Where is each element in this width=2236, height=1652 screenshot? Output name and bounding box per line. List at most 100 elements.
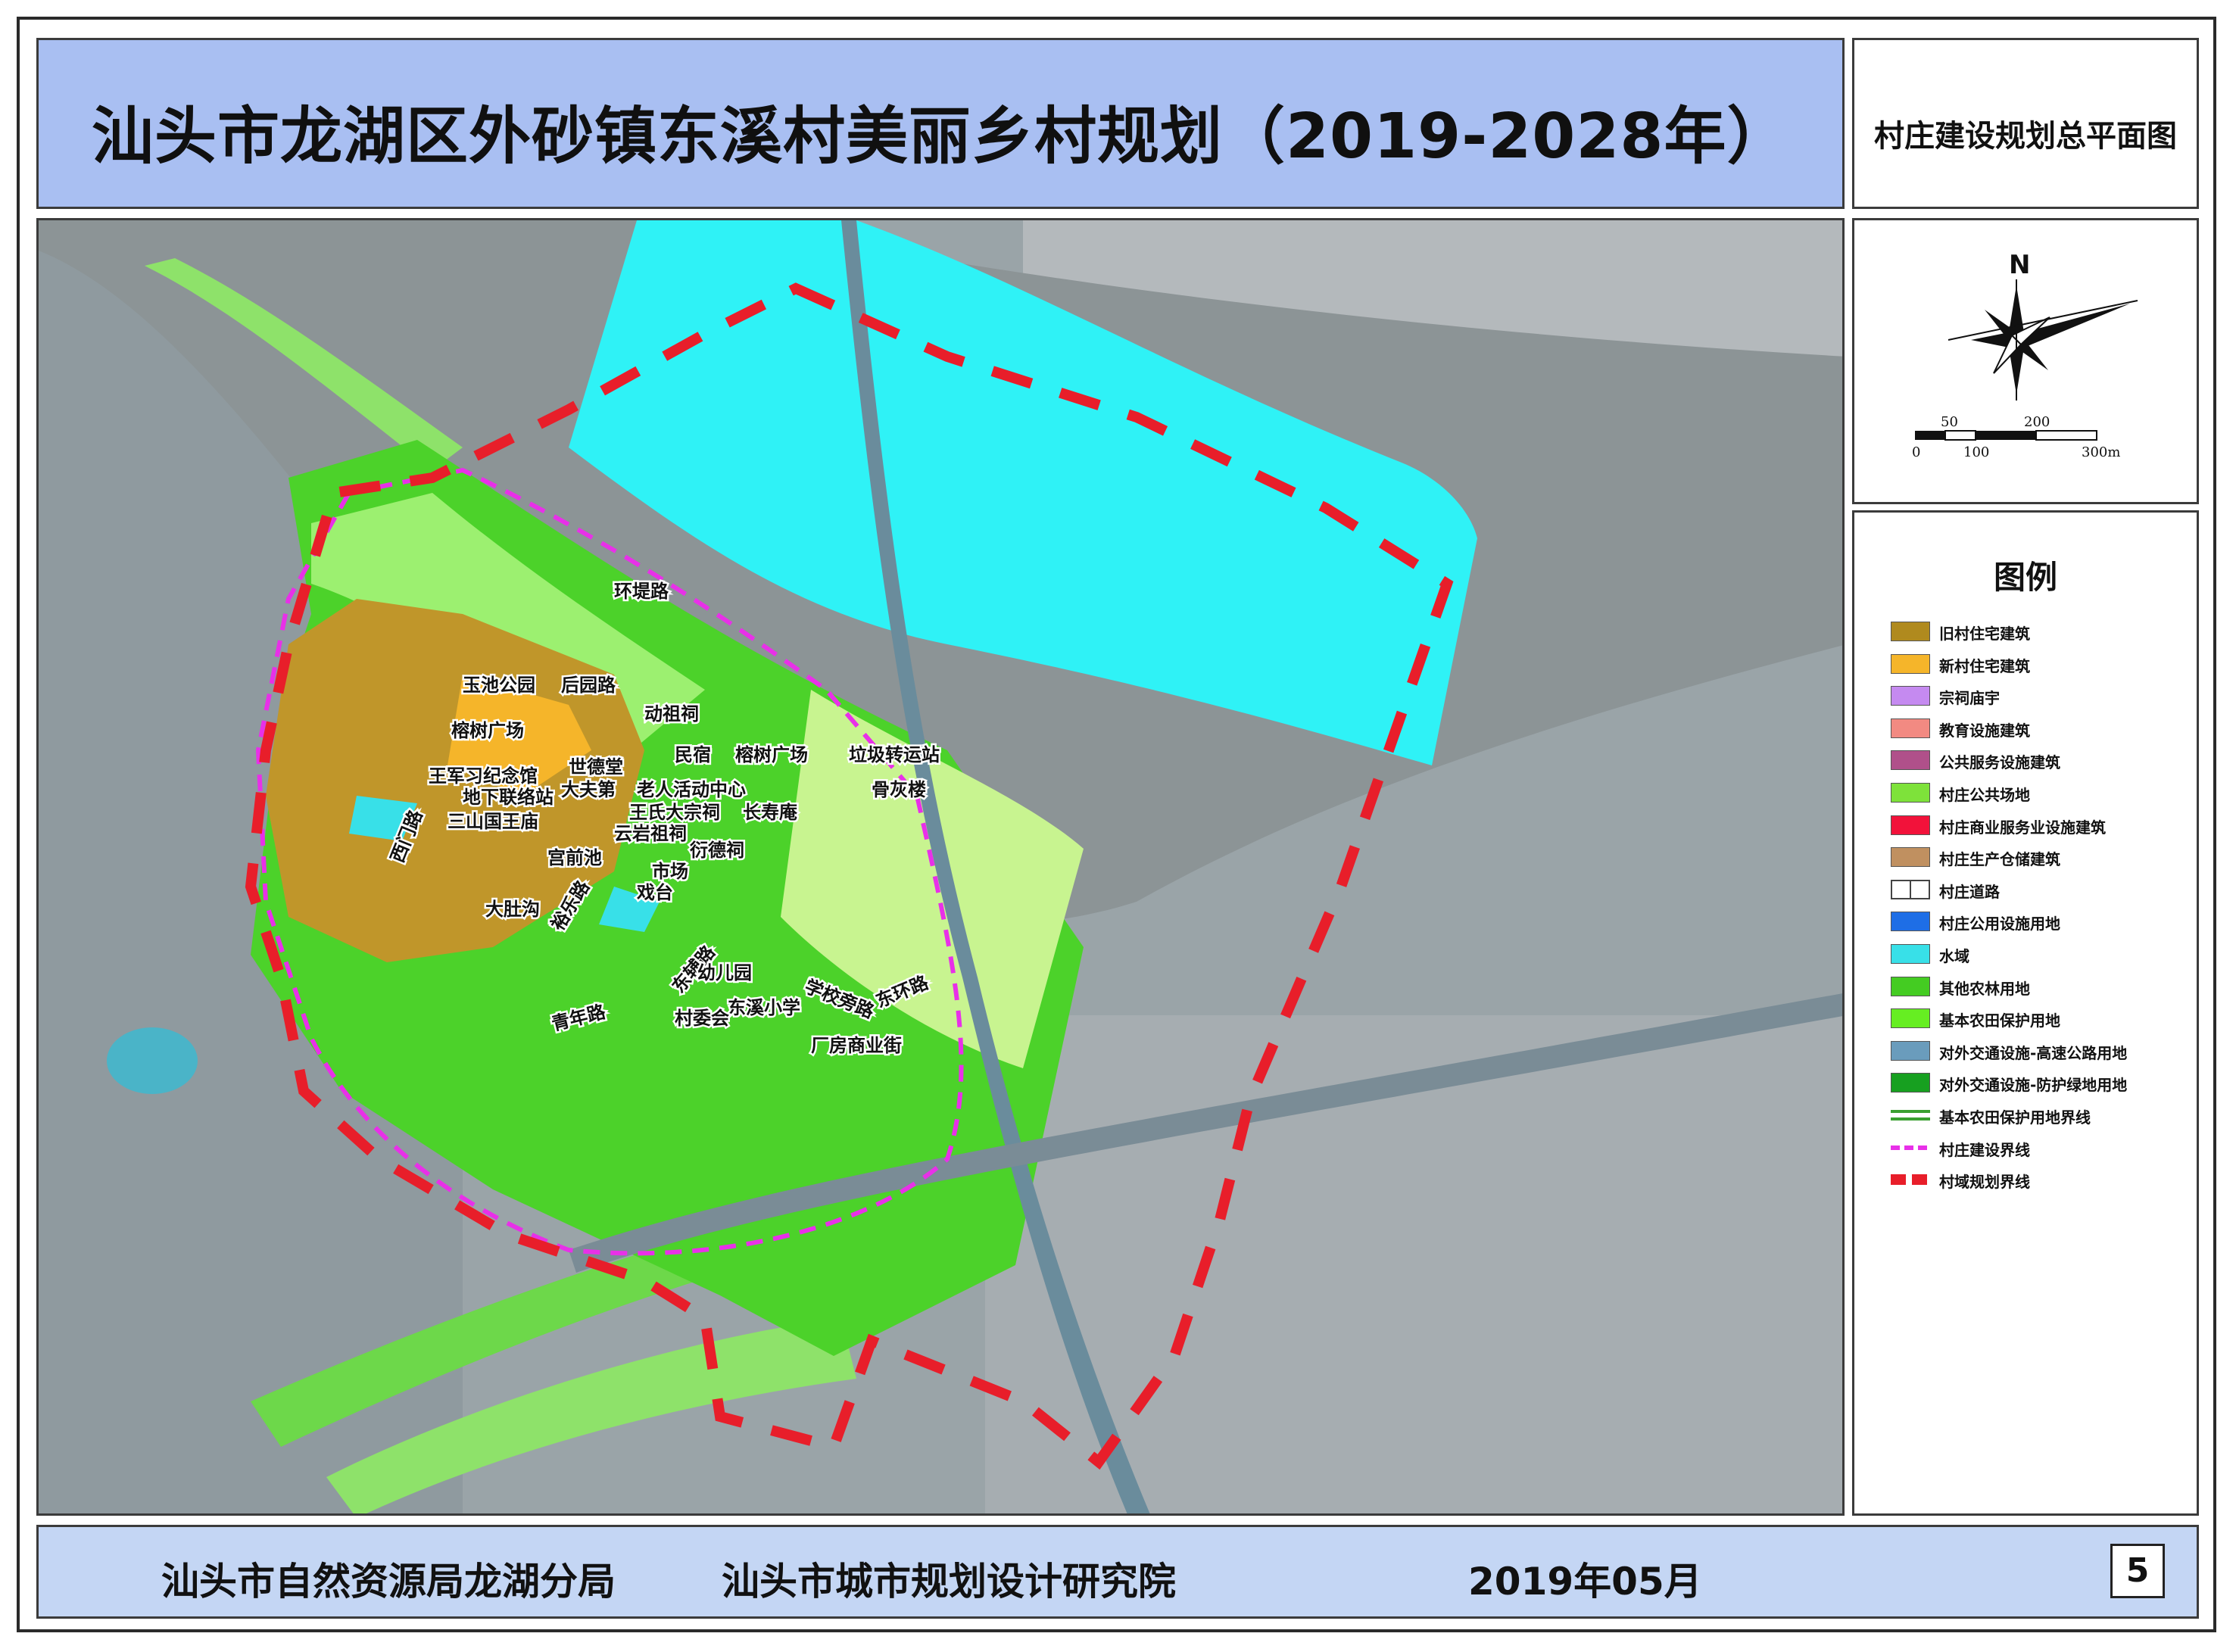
- map-label: 环堤路: [614, 581, 669, 602]
- compass-rose-icon: [1948, 279, 2138, 401]
- legend-swatch: [1891, 750, 1930, 770]
- legend-swatch: [1891, 783, 1930, 803]
- map-label: 民宿: [675, 744, 711, 765]
- legend-label: 公共服务设施建筑: [1939, 753, 2060, 771]
- map-label: 东溪小学: [728, 997, 800, 1018]
- legend-item: 其他农林用地: [1891, 972, 2194, 1002]
- planning-map: 环堤路 玉池公园 后园路 动祖祠 榕树广场 民宿 榕树广场 垃圾转运站 王军习纪…: [39, 220, 1842, 1513]
- legend-item: 对外交通设施-高速公路用地: [1891, 1036, 2194, 1067]
- legend-swatch: [1891, 977, 1930, 996]
- scale-label: 0: [1912, 444, 1920, 460]
- legend-swatch: [1891, 1174, 1930, 1185]
- legend-swatch: [1891, 622, 1930, 641]
- legend-label: 其他农林用地: [1939, 980, 2030, 998]
- map-label: 王军习纪念馆: [429, 765, 538, 787]
- legend-swatch: [1891, 654, 1930, 674]
- scale-label: 50: [1941, 414, 1958, 430]
- map-label: 世德堂: [569, 756, 623, 778]
- map-label: 云岩祖祠: [614, 823, 687, 844]
- legend-swatch: [1891, 718, 1930, 738]
- map-label: 村委会: [675, 1008, 729, 1029]
- legend-label: 旧村住宅建筑: [1939, 625, 2030, 643]
- legend-label: 宗祠庙宇: [1939, 689, 2000, 707]
- scale-label: 300m: [2082, 444, 2120, 460]
- map-label: 王氏大宗祠: [629, 802, 720, 823]
- map-label: 大夫第: [561, 779, 616, 800]
- legend-label: 村域规划界线: [1939, 1173, 2030, 1191]
- title-bar: 汕头市龙湖区外砂镇东溪村美丽乡村规划（2019-2028年）: [36, 38, 1845, 209]
- legend-item: 村庄道路: [1891, 875, 2194, 905]
- page-title: 汕头市龙湖区外砂镇东溪村美丽乡村规划（2019-2028年）: [92, 101, 1790, 173]
- legend-swatch: [1891, 880, 1930, 899]
- legend-swatch: [1891, 912, 1930, 931]
- map-label: 榕树广场: [451, 720, 524, 741]
- map-label: 骨灰楼: [872, 779, 926, 800]
- legend-swatch: [1891, 815, 1930, 835]
- footer-bar: 汕头市自然资源局龙湖分局 汕头市城市规划设计研究院 2019年05月 5: [36, 1525, 2199, 1619]
- compass-scale-box: N 50 200 0 100 300m: [1852, 218, 2199, 504]
- map-label: 幼儿园: [697, 962, 752, 983]
- map-label: 垃圾转运站: [849, 744, 940, 765]
- legend-item: 村庄公用设施用地: [1891, 907, 2194, 937]
- legend-label: 对外交通设施-高速公路用地: [1939, 1044, 2128, 1062]
- legend-swatch: [1891, 847, 1930, 867]
- footer-org-1: 汕头市自然资源局龙湖分局: [161, 1560, 616, 1604]
- map-label: 市场: [652, 861, 688, 882]
- legend-label: 村庄生产仓储建筑: [1939, 850, 2060, 868]
- legend-label: 村庄建设界线: [1939, 1141, 2030, 1159]
- legend-swatch: [1891, 1008, 1930, 1028]
- legend-label: 水域: [1939, 947, 1969, 965]
- legend-swatch: [1891, 686, 1930, 706]
- north-label: N: [2009, 250, 2030, 280]
- map-label: 长寿庵: [743, 802, 798, 823]
- footer-date: 2019年05月: [1468, 1560, 1702, 1604]
- drawing-name: 村庄建设规划总平面图: [1874, 119, 2177, 154]
- legend-item: 旧村住宅建筑: [1891, 617, 2194, 647]
- drawing-name-box: 村庄建设规划总平面图: [1852, 38, 2199, 209]
- legend-label: 村庄道路: [1939, 883, 2000, 901]
- legend-swatch: [1891, 1073, 1930, 1093]
- legend-swatch: [1891, 1110, 1930, 1121]
- legend-label: 基本农田保护用地界线: [1939, 1108, 2091, 1127]
- legend-item: 村庄生产仓储建筑: [1891, 843, 2194, 873]
- legend-item: 村庄建设界线: [1891, 1133, 2194, 1164]
- legend-label: 教育设施建筑: [1939, 722, 2030, 740]
- legend-item: 村域规划界线: [1891, 1165, 2194, 1195]
- map-label: 地下联络站: [463, 787, 554, 808]
- map-label: 衍德祠: [690, 840, 744, 861]
- legend-panel: 图例 旧村住宅建筑 新村住宅建筑 宗祠庙宇 教育设施建筑 公共服务设施建筑 村庄公共场地村…: [1852, 510, 2199, 1516]
- legend-item: 对外交通设施-防护绿地用地: [1891, 1068, 2194, 1099]
- map-label: 宫前池: [547, 847, 602, 868]
- map-label: 玉池公园: [463, 675, 535, 696]
- map-label: 老人活动中心: [637, 779, 746, 800]
- map-label: 厂房商业街: [811, 1035, 902, 1056]
- map-label: 大肚沟: [485, 899, 540, 920]
- pond: [107, 1027, 198, 1094]
- legend-label: 村庄公共场地: [1939, 786, 2030, 804]
- legend-swatch: [1891, 1145, 1930, 1150]
- map-label: 动祖祠: [644, 703, 699, 725]
- legend-swatch: [1891, 944, 1930, 964]
- legend-item: 基本农田保护用地界线: [1891, 1101, 2194, 1131]
- legend-item: 新村住宅建筑: [1891, 650, 2194, 680]
- scale-bar: [1915, 430, 2097, 441]
- legend-title: 图例: [1993, 559, 2057, 596]
- legend-label: 对外交通设施-防护绿地用地: [1939, 1076, 2128, 1094]
- legend-label: 新村住宅建筑: [1939, 657, 2030, 675]
- legend-label: 基本农田保护用地: [1939, 1011, 2060, 1030]
- legend-item: 基本农田保护用地: [1891, 1004, 2194, 1034]
- legend-item: 宗祠庙宇: [1891, 681, 2194, 712]
- legend-label: 村庄商业服务业设施建筑: [1939, 818, 2106, 837]
- footer-org-2: 汕头市城市规划设计研究院: [722, 1560, 1176, 1604]
- legend-label: 村庄公用设施用地: [1939, 915, 2060, 933]
- scale-label: 100: [1963, 444, 1989, 460]
- legend-item: 村庄商业服务业设施建筑: [1891, 811, 2194, 841]
- page-number: 5: [2110, 1544, 2165, 1598]
- map-panel: 环堤路 玉池公园 后园路 动祖祠 榕树广场 民宿 榕树广场 垃圾转运站 王军习纪…: [36, 218, 1845, 1516]
- scale-label: 200: [2024, 414, 2050, 430]
- legend-item: 水域: [1891, 940, 2194, 970]
- map-label: 榕树广场: [735, 744, 808, 765]
- legend-item: 公共服务设施建筑: [1891, 746, 2194, 776]
- legend-item: 村庄公共场地: [1891, 778, 2194, 809]
- map-label: 三山国王庙: [448, 811, 538, 832]
